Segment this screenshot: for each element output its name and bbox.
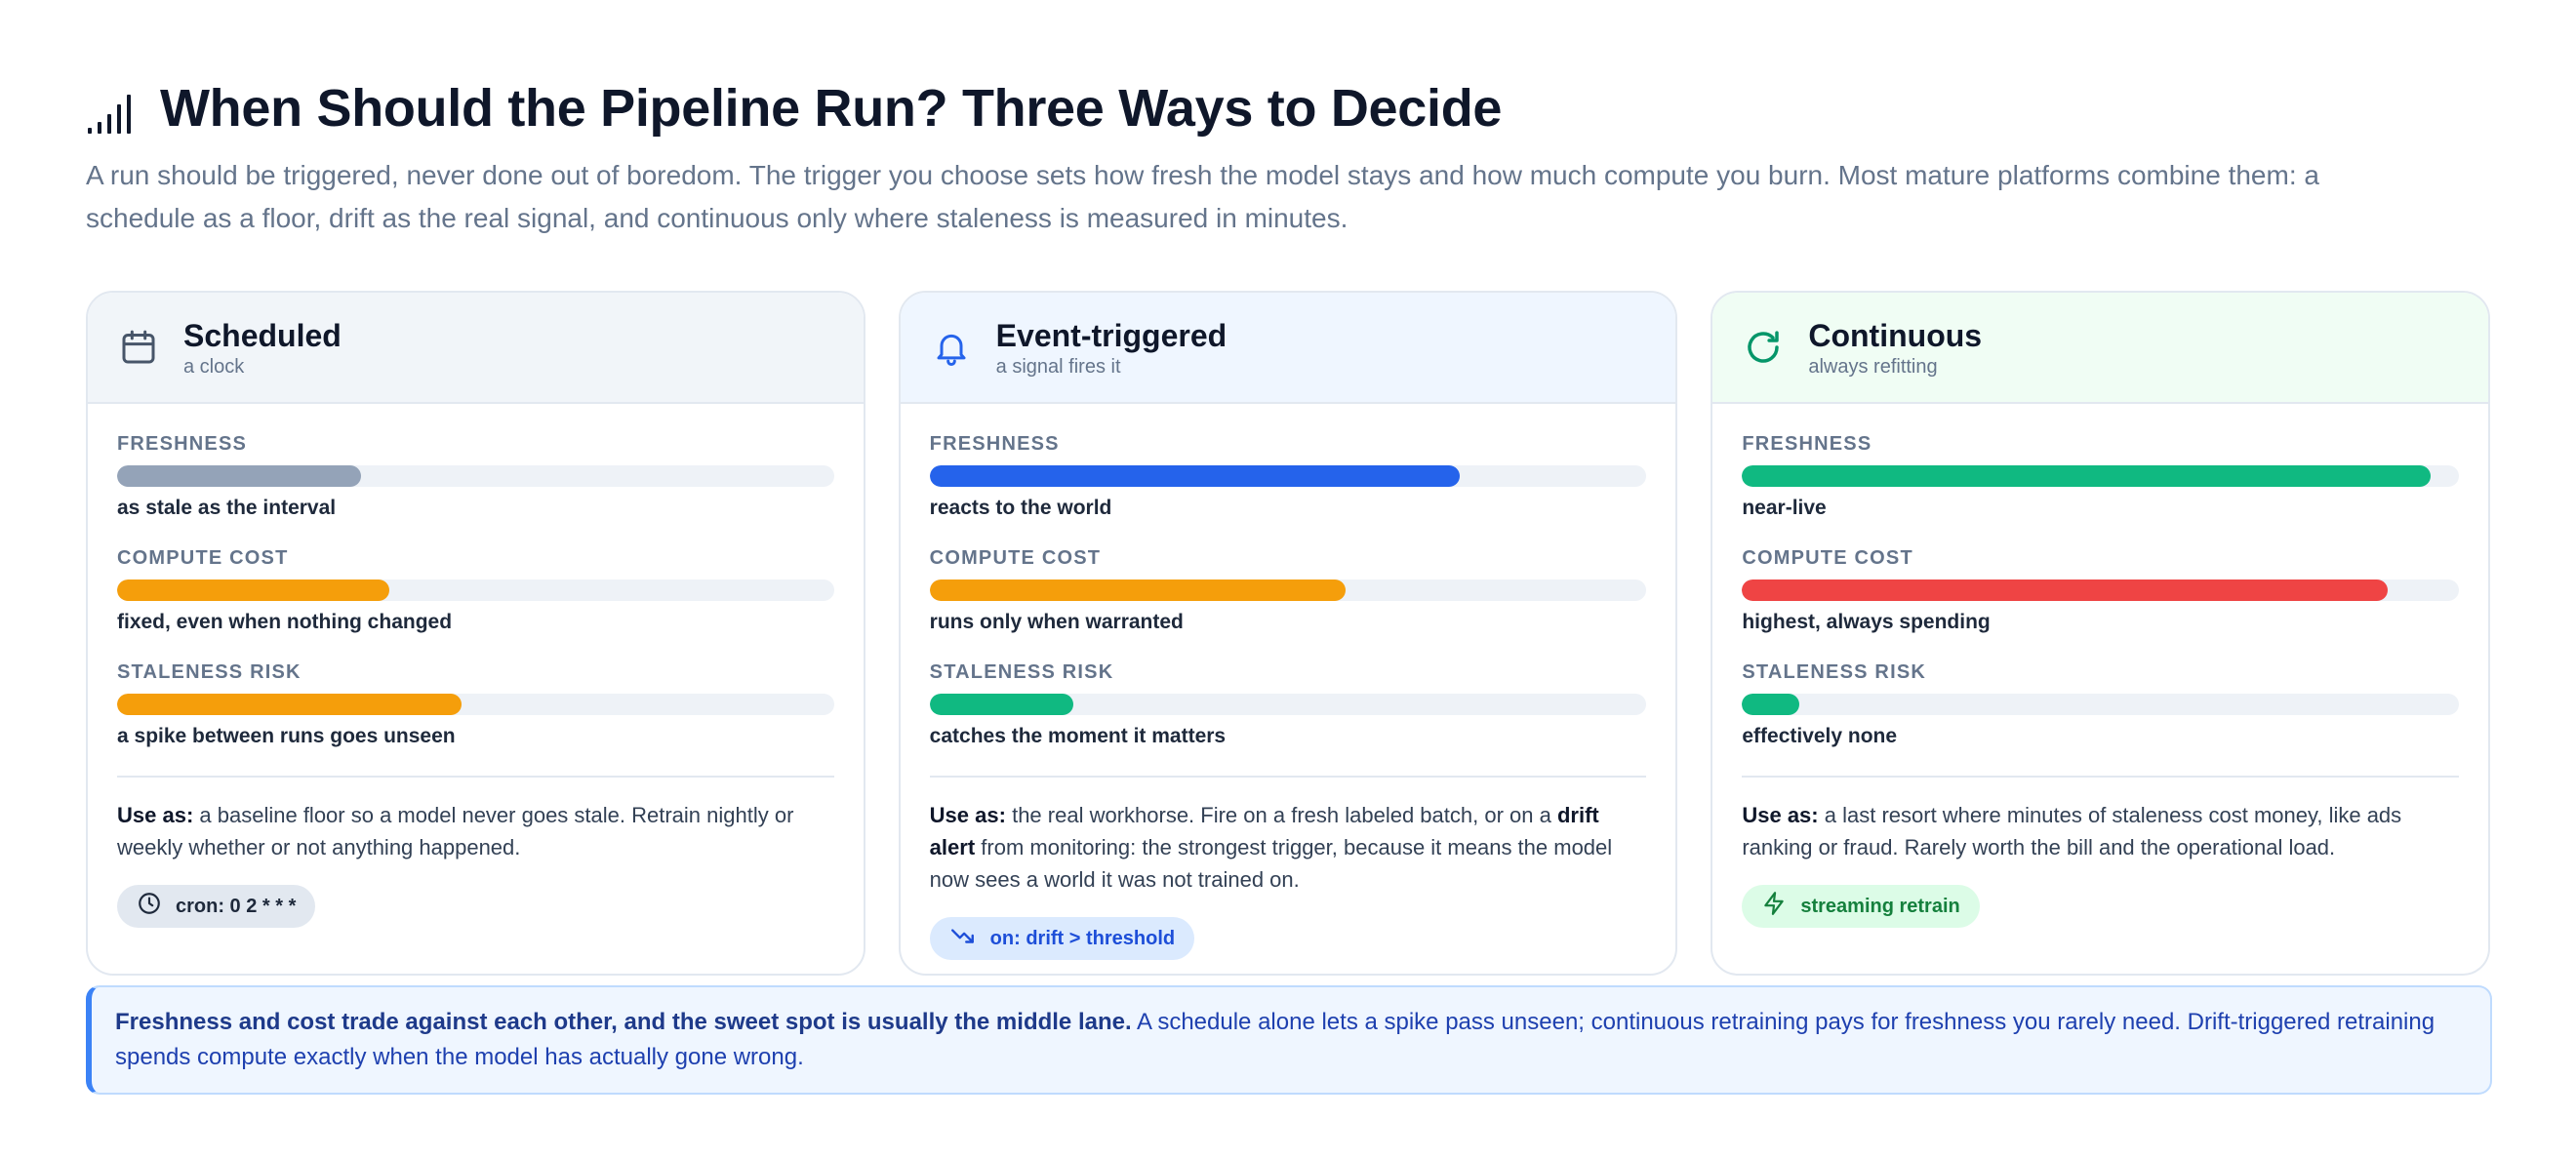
pill-text: cron: 0 2 * * *: [176, 895, 297, 917]
use-as-body: a baseline floor so a model never goes s…: [117, 803, 794, 859]
metric-note: effectively none: [1742, 725, 1898, 747]
card-continuous: Continuous always refitting FRESHNESS ne…: [1711, 291, 2491, 976]
metric-fill: [117, 465, 361, 487]
card-body: FRESHNESS reacts to the world COMPUTE CO…: [901, 404, 1676, 960]
card-header: Event-triggered a signal fires it: [900, 293, 1676, 404]
metric-label: FRESHNESS: [117, 433, 248, 455]
metric-note: reacts to the world: [929, 497, 1112, 519]
calendar-icon: [117, 326, 160, 369]
metric-track: [929, 694, 1647, 715]
trend-down-icon: [949, 923, 977, 954]
metric-compute-cost: COMPUTE COST fixed, even when nothing ch…: [117, 547, 834, 634]
metric-label: COMPUTE COST: [117, 547, 289, 569]
use-as-body: the real workhorse. Fire on a fresh labe…: [1012, 803, 1551, 827]
metric-track: [929, 465, 1647, 487]
use-as-text: Use as: the real workhorse. Fire on a fr…: [930, 799, 1647, 896]
metric-staleness-risk: STALENESS RISK effectively none: [1742, 661, 2460, 748]
card-header: Continuous always refitting: [1712, 293, 2489, 404]
card-title: Continuous: [1808, 317, 1983, 353]
trigger-pill: cron: 0 2 * * *: [117, 885, 316, 928]
metric-track: [1742, 694, 2460, 715]
metric-label: FRESHNESS: [929, 433, 1060, 455]
card-scheduled: Scheduled a clock FRESHNESS as stale as …: [86, 291, 865, 976]
page-title: When Should the Pipeline Run? Three Ways…: [160, 79, 1503, 138]
metric-fill: [1742, 694, 1800, 715]
card-title: Event-triggered: [995, 317, 1228, 353]
metric-fill: [1742, 580, 2388, 601]
signal-bars-icon: [86, 83, 137, 134]
metric-track: [117, 694, 834, 715]
card-body: FRESHNESS near-live COMPUTE COST highest…: [1712, 404, 2488, 928]
divider: [117, 776, 834, 778]
metric-fill: [929, 580, 1346, 601]
divider: [929, 776, 1647, 778]
use-as-body: a last resort where minutes of staleness…: [1742, 803, 2402, 859]
trigger-pill: streaming retrain: [1742, 885, 1980, 928]
card-tagline: a signal fires it: [995, 355, 1121, 378]
metric-track: [117, 465, 834, 487]
metric-fill: [117, 580, 390, 601]
card-header: Scheduled a clock: [88, 293, 864, 404]
card-body: FRESHNESS as stale as the interval COMPU…: [88, 404, 864, 928]
divider: [1742, 776, 2460, 778]
metric-label: COMPUTE COST: [1742, 547, 1913, 569]
metric-compute-cost: COMPUTE COST highest, always spending: [1742, 547, 2460, 634]
metric-note: highest, always spending: [1742, 611, 1991, 633]
metric-note: a spike between runs goes unseen: [117, 725, 456, 747]
title-row: When Should the Pipeline Run? Three Ways…: [86, 78, 2490, 139]
metric-staleness-risk: STALENESS RISK a spike between runs goes…: [117, 661, 834, 748]
trigger-pill: on: drift > threshold: [929, 917, 1195, 960]
metric-note: fixed, even when nothing changed: [117, 611, 453, 633]
use-as-label: Use as:: [1742, 803, 1819, 827]
metric-note: near-live: [1742, 497, 1827, 519]
use-as-body-2: from monitoring: the strongest trigger, …: [929, 835, 1613, 892]
metric-track: [117, 580, 834, 601]
metric-fill: [1742, 465, 2431, 487]
card-tagline: always refitting: [1808, 355, 1938, 378]
card-title: Scheduled: [183, 317, 342, 353]
metric-note: catches the moment it matters: [929, 725, 1227, 747]
metric-note: runs only when warranted: [929, 611, 1184, 633]
use-as-label: Use as:: [929, 803, 1006, 827]
metric-label: STALENESS RISK: [1742, 661, 1927, 683]
pill-text: streaming retrain: [1800, 895, 1960, 917]
metric-fill: [929, 465, 1461, 487]
metric-staleness-risk: STALENESS RISK catches the moment it mat…: [929, 661, 1647, 748]
metric-fill: [929, 694, 1073, 715]
metric-compute-cost: COMPUTE COST runs only when warranted: [929, 547, 1647, 634]
use-as-label: Use as:: [117, 803, 194, 827]
metric-freshness: FRESHNESS as stale as the interval: [117, 433, 834, 520]
metric-track: [1742, 580, 2460, 601]
refresh-icon: [1742, 326, 1785, 369]
use-as-text: Use as: a baseline floor so a model neve…: [117, 799, 834, 863]
metric-track: [1742, 465, 2460, 487]
metric-track: [929, 580, 1647, 601]
clock-icon: [137, 891, 162, 922]
metric-note: as stale as the interval: [117, 497, 337, 519]
page: When Should the Pipeline Run? Three Ways…: [0, 0, 2576, 1159]
metric-label: STALENESS RISK: [117, 661, 302, 683]
page-subtitle: A run should be triggered, never done ou…: [86, 160, 2319, 233]
trigger-cards: Scheduled a clock FRESHNESS as stale as …: [86, 291, 2491, 976]
bell-icon: [930, 326, 973, 369]
metric-label: STALENESS RISK: [929, 661, 1114, 683]
card-tagline: a clock: [183, 355, 245, 378]
card-event-triggered: Event-triggered a signal fires it FRESHN…: [898, 291, 1678, 976]
callout-emphasis: Freshness and cost trade against each ot…: [115, 1009, 1132, 1035]
pill-text: on: drift > threshold: [989, 927, 1176, 949]
metric-label: FRESHNESS: [1742, 433, 1872, 455]
summary-callout: Freshness and cost trade against each ot…: [86, 985, 2492, 1095]
metric-freshness: FRESHNESS near-live: [1742, 433, 2460, 520]
metric-label: COMPUTE COST: [929, 547, 1102, 569]
metric-freshness: FRESHNESS reacts to the world: [929, 433, 1647, 520]
metric-fill: [117, 694, 462, 715]
lightning-icon: [1761, 891, 1787, 922]
use-as-text: Use as: a last resort where minutes of s…: [1742, 799, 2459, 863]
